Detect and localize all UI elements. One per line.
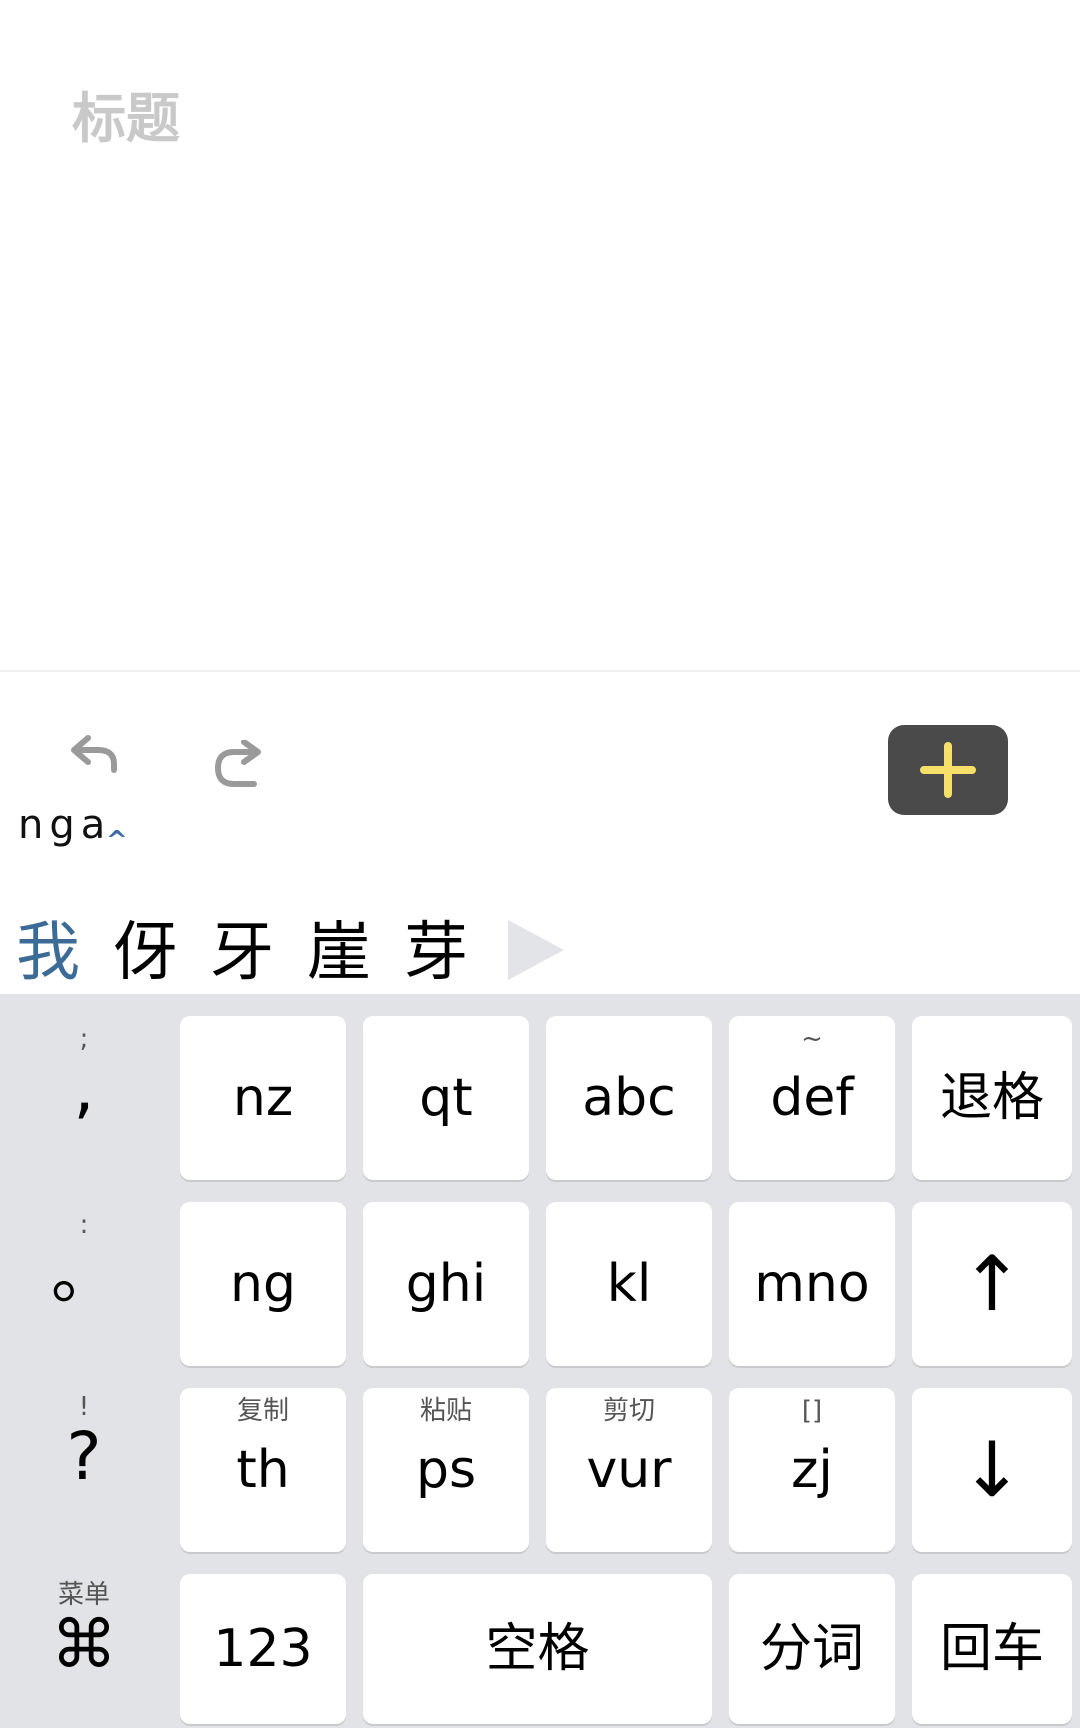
key-label: ? xyxy=(66,1418,102,1495)
key-th[interactable]: 复制 th xyxy=(180,1388,346,1552)
key-nz[interactable]: nz xyxy=(180,1016,346,1180)
return-key[interactable]: 回车 xyxy=(912,1574,1072,1724)
keyboard: ; , : 。 ! ? 菜单 ⌘ nz qt abc ~ def 退格 ng g… xyxy=(0,994,1080,1728)
key-zj[interactable]: [] zj xyxy=(729,1388,895,1552)
candidate-item[interactable]: 牙 xyxy=(210,915,307,991)
title-input[interactable] xyxy=(72,88,772,148)
candidate-item[interactable]: 芽 xyxy=(404,915,501,991)
plus-icon xyxy=(920,742,976,798)
key-period[interactable]: : 。 xyxy=(4,1210,164,1310)
key-label: ps xyxy=(415,1440,477,1500)
key-label: 空格 xyxy=(485,1619,590,1679)
divider xyxy=(0,670,1080,672)
candidate-item[interactable]: 崖 xyxy=(307,915,404,991)
triangle-right-icon[interactable] xyxy=(506,918,566,986)
key-label: 123 xyxy=(213,1619,313,1679)
key-label: ghi xyxy=(405,1254,487,1314)
key-vur[interactable]: 剪切 vur xyxy=(546,1388,712,1552)
candidate-bar: 我 伢 牙 崖 芽 xyxy=(16,915,501,991)
candidate-item[interactable]: 伢 xyxy=(113,915,210,991)
backspace-key[interactable]: 退格 xyxy=(912,1016,1072,1180)
key-comma[interactable]: ; , xyxy=(4,1024,164,1124)
key-label: ng xyxy=(230,1254,296,1314)
key-ng[interactable]: ng xyxy=(180,1202,346,1366)
add-button[interactable] xyxy=(888,725,1008,815)
arrow-up-icon: ↑ xyxy=(960,1239,1024,1328)
key-label: zj xyxy=(791,1440,833,1500)
key-mno[interactable]: mno xyxy=(729,1202,895,1366)
composing-text: nga xyxy=(18,802,112,848)
key-label: 回车 xyxy=(939,1619,1044,1679)
key-def[interactable]: ~ def xyxy=(729,1016,895,1180)
numbers-key[interactable]: 123 xyxy=(180,1574,346,1724)
key-label: def xyxy=(770,1068,854,1128)
key-label: , xyxy=(73,1050,95,1127)
space-key[interactable]: 空格 xyxy=(363,1574,712,1724)
key-label: abc xyxy=(582,1068,676,1128)
arrow-down-key[interactable]: ↓ xyxy=(912,1388,1072,1552)
arrow-up-key[interactable]: ↑ xyxy=(912,1202,1072,1366)
key-label: th xyxy=(236,1440,290,1500)
key-sublabel: [] xyxy=(801,1396,823,1426)
key-question[interactable]: ! ? xyxy=(4,1392,164,1492)
key-abc[interactable]: abc xyxy=(546,1016,712,1180)
key-label: kl xyxy=(606,1254,652,1314)
key-qt[interactable]: qt xyxy=(363,1016,529,1180)
key-label: qt xyxy=(419,1068,473,1128)
command-icon: ⌘ xyxy=(51,1606,117,1683)
key-label: 。 xyxy=(51,1236,117,1313)
key-kl[interactable]: kl xyxy=(546,1202,712,1366)
key-ghi[interactable]: ghi xyxy=(363,1202,529,1366)
key-label: mno xyxy=(754,1254,870,1314)
arrow-down-icon: ↓ xyxy=(960,1425,1024,1514)
undo-icon[interactable] xyxy=(64,730,130,786)
key-label: 退格 xyxy=(939,1068,1044,1128)
key-label: vur xyxy=(586,1440,672,1500)
key-sublabel: ~ xyxy=(801,1024,823,1054)
candidate-item[interactable]: 我 xyxy=(16,915,113,991)
key-sublabel: 复制 xyxy=(236,1396,289,1426)
key-ps[interactable]: 粘贴 ps xyxy=(363,1388,529,1552)
key-sublabel: 剪切 xyxy=(602,1396,655,1426)
key-label: nz xyxy=(232,1068,294,1128)
redo-icon[interactable] xyxy=(204,739,270,796)
key-sublabel: 粘贴 xyxy=(419,1396,472,1426)
caret-mark: ^ xyxy=(106,826,128,856)
segment-key[interactable]: 分词 xyxy=(729,1574,895,1724)
key-menu[interactable]: 菜单 ⌘ xyxy=(4,1580,164,1680)
key-label: 分词 xyxy=(759,1619,864,1679)
